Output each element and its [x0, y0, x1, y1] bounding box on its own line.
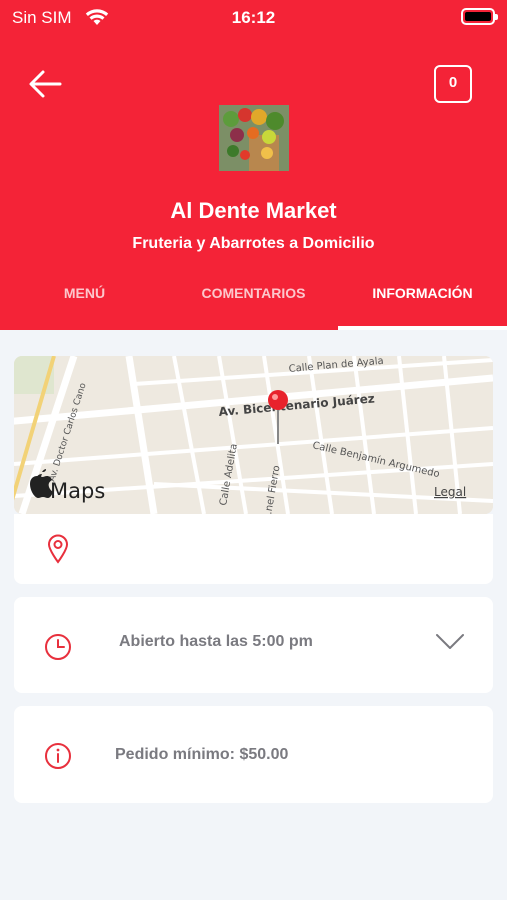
- min-order-text: Pedido mínimo: $50.00: [115, 746, 289, 763]
- tab-menu[interactable]: MENÚ: [0, 270, 169, 330]
- back-button[interactable]: [24, 64, 66, 104]
- hours-text: Abierto hasta las 5:00 pm: [119, 633, 313, 650]
- map-legal-link[interactable]: Legal: [434, 485, 466, 499]
- active-tab-indicator: [338, 326, 507, 330]
- status-bar: Sin SIM 16:12: [0, 0, 507, 34]
- hours-card[interactable]: Abierto hasta las 5:00 pm: [14, 597, 493, 693]
- store-name: Al Dente Market: [170, 198, 337, 223]
- store-logo: [219, 105, 289, 171]
- location-pin-icon: [47, 534, 69, 564]
- address-card: [14, 514, 493, 584]
- battery-icon: [461, 8, 498, 25]
- store-category: Fruteria y Abarrotes a Domicilio: [132, 235, 375, 252]
- map-pin-icon: [268, 390, 288, 410]
- clock-icon: [45, 634, 71, 660]
- cart-button[interactable]: 0: [434, 65, 472, 103]
- store-header: Sin SIM 16:12 0 Al Dente Market Fruteria…: [0, 0, 507, 330]
- maps-brand: Maps: [50, 479, 105, 503]
- info-icon: [45, 743, 71, 769]
- location-map[interactable]: Calle Plan de Ayala Av. Bicentenario Juá…: [14, 356, 493, 514]
- tab-comments[interactable]: COMENTARIOS: [169, 270, 338, 330]
- clock: 16:12: [231, 8, 276, 27]
- tab-information[interactable]: INFORMACIÓN: [338, 270, 507, 330]
- arrow-left-icon: [29, 70, 62, 98]
- min-order-card: Pedido mínimo: $50.00: [14, 706, 493, 803]
- chevron-down-icon[interactable]: [435, 633, 465, 651]
- tab-bar: MENÚ COMENTARIOS INFORMACIÓN: [0, 270, 507, 330]
- cart-count: 0: [448, 74, 458, 91]
